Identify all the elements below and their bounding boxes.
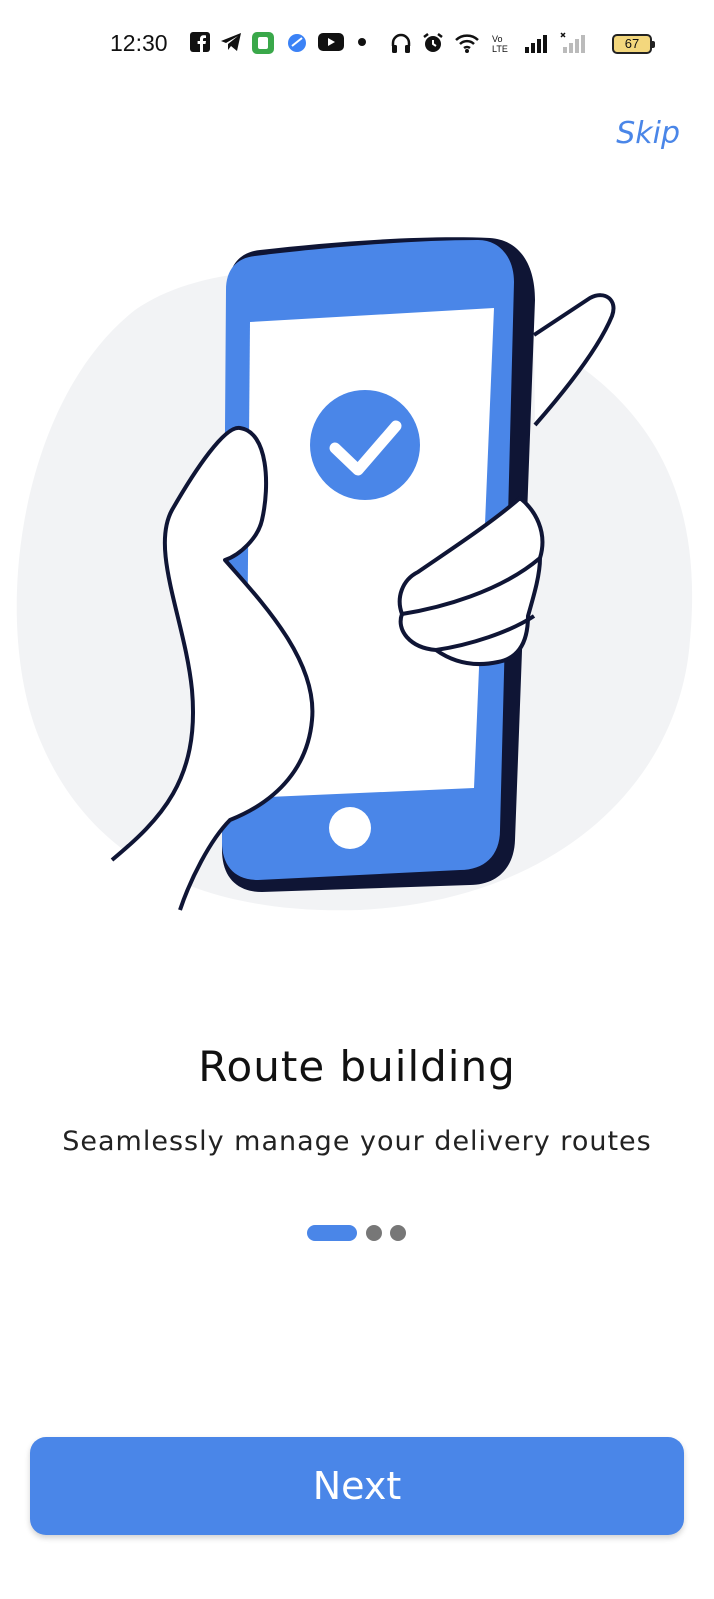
page-title: Route building (198, 1042, 516, 1091)
checkmark-circle (310, 390, 420, 500)
facebook-icon (190, 32, 210, 52)
telegram-icon (221, 33, 241, 51)
volte-icon: Vo LTE (492, 34, 508, 54)
status-bar: 12:30 Vo LTE 67 (0, 0, 714, 92)
status-time: 12:30 (110, 30, 168, 56)
alarm-icon (423, 33, 443, 52)
battery-indicator: 67 (612, 34, 655, 54)
pager-dots (0, 1225, 714, 1243)
signal-icon (525, 35, 547, 53)
page-subtitle: Seamlessly manage your delivery routes (62, 1126, 652, 1157)
youtube-icon (318, 33, 344, 51)
app-blue-icon (288, 34, 306, 52)
wifi-icon (455, 34, 479, 53)
headphones-icon (391, 33, 411, 53)
app-icon (252, 32, 274, 54)
signal-weak-icon (560, 32, 585, 53)
pager-dot (390, 1225, 406, 1241)
next-button[interactable]: Next (30, 1437, 684, 1535)
svg-text:Vo: Vo (492, 34, 503, 44)
pager-dot (366, 1225, 382, 1241)
svg-text:LTE: LTE (492, 44, 508, 54)
pager-dot-active (307, 1225, 357, 1241)
home-button-icon (329, 807, 371, 849)
skip-button[interactable]: Skip (616, 116, 680, 151)
phone-in-hand-illustration (16, 237, 693, 911)
dot-icon (358, 38, 366, 46)
